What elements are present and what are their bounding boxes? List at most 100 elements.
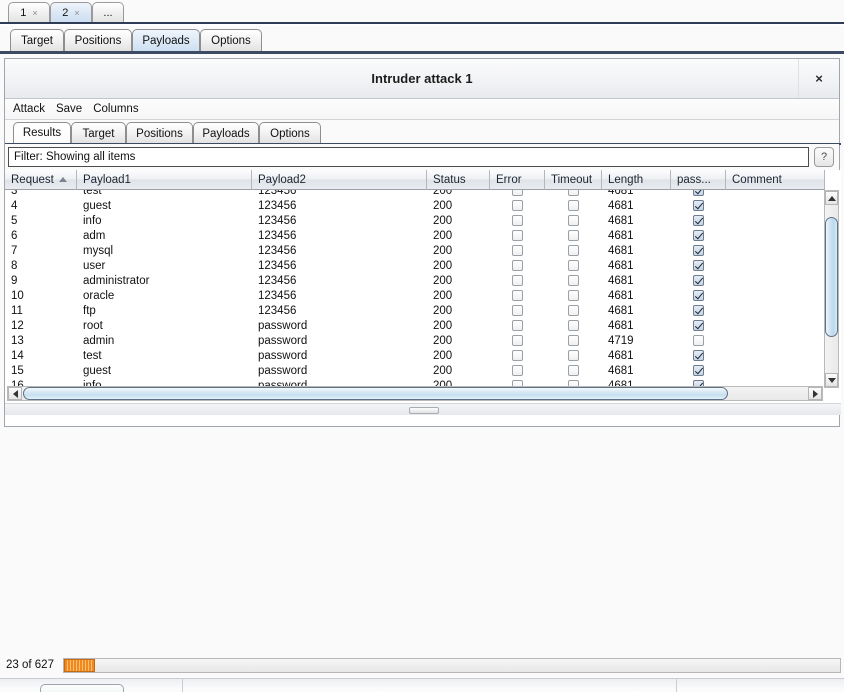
cell-error[interactable] [490,348,545,363]
table-row[interactable]: 12 root password 200 4681 [5,318,825,333]
column-header-error[interactable]: Error [490,170,545,190]
checkbox-checked-icon[interactable] [693,245,704,256]
checkbox-unchecked-icon[interactable] [568,260,579,271]
table-row[interactable]: 5 info 123456 200 4681 [5,213,825,228]
column-header-comment[interactable]: Comment [726,170,825,190]
checkbox-unchecked-icon[interactable] [568,365,579,376]
table-row[interactable]: 13 admin password 200 4719 [5,333,825,348]
column-header-length[interactable]: Length [602,170,671,190]
cell-error[interactable] [490,333,545,348]
checkbox-unchecked-icon[interactable] [568,200,579,211]
outer-tab-2[interactable]: 2 × [50,2,92,22]
checkbox-unchecked-icon[interactable] [568,275,579,286]
checkbox-unchecked-icon[interactable] [568,190,579,196]
cell-pass[interactable] [671,318,726,333]
scroll-left-icon[interactable] [8,387,22,400]
window-tab-options[interactable]: Options [259,122,321,144]
cell-pass[interactable] [671,198,726,213]
checkbox-checked-icon[interactable] [693,215,704,226]
menu-item-attack[interactable]: Attack [13,103,45,115]
column-header-payload2[interactable]: Payload2 [252,170,427,190]
splitter-grip-icon[interactable] [409,407,439,414]
scroll-up-icon[interactable] [825,191,838,205]
table-row[interactable]: 7 mysql 123456 200 4681 [5,243,825,258]
checkbox-unchecked-icon[interactable] [512,305,523,316]
checkbox-unchecked-icon[interactable] [568,245,579,256]
checkbox-unchecked-icon[interactable] [512,215,523,226]
checkbox-checked-icon[interactable] [693,305,704,316]
horizontal-scrollbar[interactable] [7,386,823,401]
checkbox-unchecked-icon[interactable] [512,200,523,211]
cell-pass[interactable] [671,243,726,258]
vertical-scrollbar[interactable] [824,190,839,388]
checkbox-unchecked-icon[interactable] [568,230,579,241]
cell-error[interactable] [490,190,545,198]
checkbox-checked-icon[interactable] [693,290,704,301]
outer-tab-1-close-icon[interactable]: × [32,8,37,18]
outer-tab-more[interactable]: ... [92,2,124,22]
cell-pass[interactable] [671,288,726,303]
vertical-scrollbar-thumb[interactable] [825,217,838,337]
table-row[interactable]: 6 adm 123456 200 4681 [5,228,825,243]
table-row[interactable]: 14 test password 200 4681 [5,348,825,363]
outer-tab-1[interactable]: 1 × [8,2,50,22]
cell-pass[interactable] [671,363,726,378]
help-icon[interactable]: ? [814,147,834,167]
checkbox-unchecked-icon[interactable] [512,365,523,376]
checkbox-unchecked-icon[interactable] [568,320,579,331]
close-icon[interactable]: × [798,59,839,98]
checkbox-checked-icon[interactable] [693,320,704,331]
cell-timeout[interactable] [545,288,602,303]
checkbox-unchecked-icon[interactable] [512,335,523,346]
cell-error[interactable] [490,213,545,228]
cell-timeout[interactable] [545,333,602,348]
checkbox-checked-icon[interactable] [693,275,704,286]
checkbox-unchecked-icon[interactable] [512,290,523,301]
scroll-right-icon[interactable] [808,387,822,400]
menu-item-columns[interactable]: Columns [93,103,138,115]
horizontal-scrollbar-thumb[interactable] [23,387,728,400]
cell-error[interactable] [490,198,545,213]
table-row[interactable]: 15 guest password 200 4681 [5,363,825,378]
checkbox-unchecked-icon[interactable] [512,245,523,256]
cell-pass[interactable] [671,213,726,228]
cell-timeout[interactable] [545,190,602,198]
column-header-status[interactable]: Status [427,170,490,190]
cell-error[interactable] [490,303,545,318]
cell-error[interactable] [490,243,545,258]
tab-target[interactable]: Target [10,29,64,51]
tab-payloads[interactable]: Payloads [132,29,200,51]
column-header-timeout[interactable]: Timeout [545,170,602,190]
cell-pass[interactable] [671,348,726,363]
column-header-request[interactable]: Request [5,170,77,190]
cell-timeout[interactable] [545,258,602,273]
checkbox-unchecked-icon[interactable] [512,350,523,361]
checkbox-checked-icon[interactable] [693,190,704,196]
table-row[interactable]: 8 user 123456 200 4681 [5,258,825,273]
cell-timeout[interactable] [545,363,602,378]
checkbox-unchecked-icon[interactable] [512,275,523,286]
cell-timeout[interactable] [545,303,602,318]
checkbox-unchecked-icon[interactable] [693,335,704,346]
cell-error[interactable] [490,318,545,333]
checkbox-unchecked-icon[interactable] [568,290,579,301]
column-header-pass[interactable]: pass... [671,170,726,190]
checkbox-unchecked-icon[interactable] [512,320,523,331]
checkbox-unchecked-icon[interactable] [568,350,579,361]
cell-timeout[interactable] [545,213,602,228]
column-header-payload1[interactable]: Payload1 [77,170,252,190]
cell-pass[interactable] [671,303,726,318]
checkbox-unchecked-icon[interactable] [512,260,523,271]
table-row[interactable]: 3 test 123456 200 4681 [5,190,825,198]
tab-options[interactable]: Options [200,29,262,51]
table-row[interactable]: 9 administrator 123456 200 4681 [5,273,825,288]
table-row[interactable]: 10 oracle 123456 200 4681 [5,288,825,303]
tab-results[interactable]: Results [13,122,71,144]
cell-error[interactable] [490,258,545,273]
cell-timeout[interactable] [545,348,602,363]
table-row[interactable]: 11 ftp 123456 200 4681 [5,303,825,318]
cell-timeout[interactable] [545,198,602,213]
checkbox-checked-icon[interactable] [693,365,704,376]
scroll-down-icon[interactable] [825,373,838,387]
cell-timeout[interactable] [545,243,602,258]
